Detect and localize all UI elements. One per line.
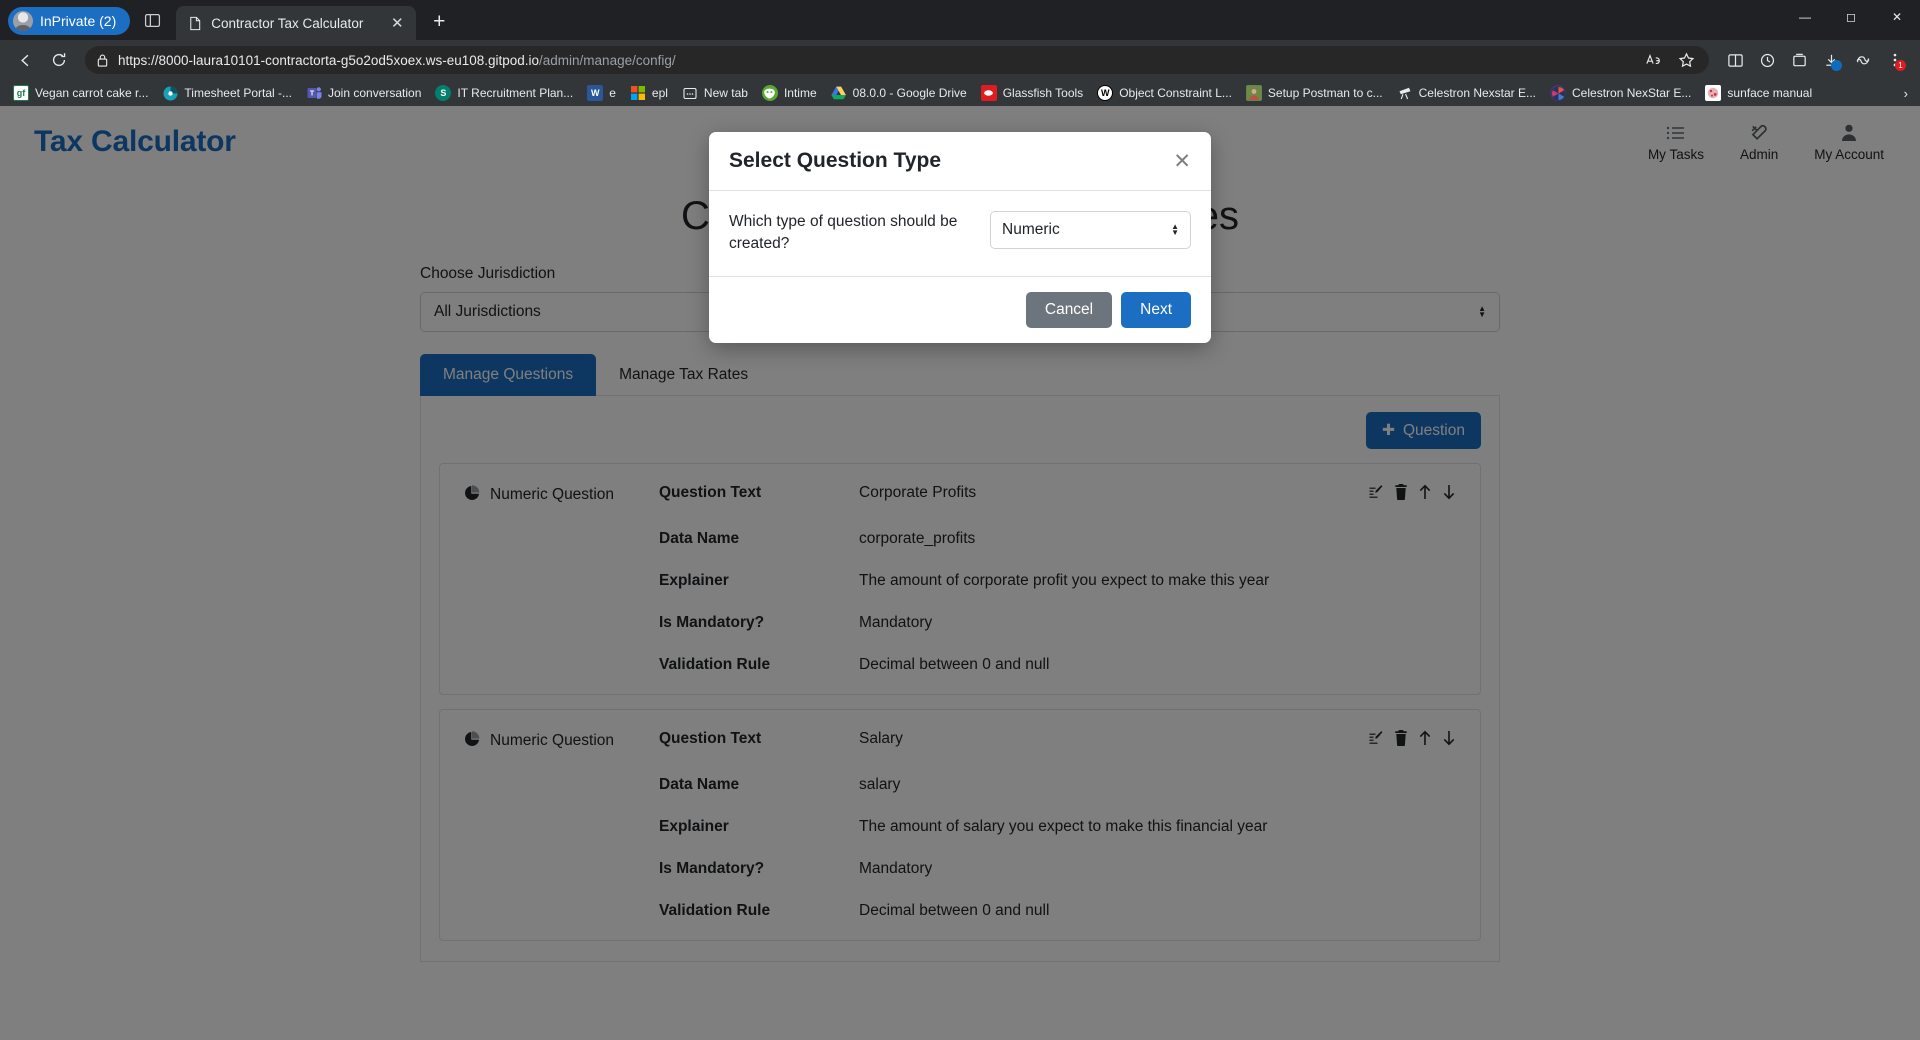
bookmark-label: IT Recruitment Plan... xyxy=(457,86,574,100)
page-icon xyxy=(190,16,201,30)
tab-strip: InPrivate (2) Contractor Tax Calculator … xyxy=(0,0,1920,40)
lock-icon xyxy=(97,54,108,67)
reload-icon[interactable] xyxy=(44,45,74,75)
tab-title: Contractor Tax Calculator xyxy=(211,15,364,31)
close-window-button[interactable]: ✕ xyxy=(1874,0,1920,34)
copilot-icon[interactable] xyxy=(1848,45,1878,75)
bookmark-item[interactable]: T Join conversation xyxy=(299,82,428,104)
window-controls: — ◻ ✕ xyxy=(1782,0,1920,40)
close-icon[interactable]: ✕ xyxy=(1173,151,1191,172)
collections-icon[interactable] xyxy=(1784,45,1814,75)
bookmark-label: Object Constraint L... xyxy=(1119,86,1232,100)
new-tab-icon xyxy=(681,85,698,101)
modal-footer: Cancel Next xyxy=(709,275,1211,343)
bookmark-label: e xyxy=(609,86,616,100)
bookmark-item[interactable]: New tab xyxy=(675,82,755,104)
minimize-button[interactable]: — xyxy=(1782,0,1828,34)
history-icon[interactable] xyxy=(1752,45,1782,75)
bookmark-item[interactable]: Setup Postman to c... xyxy=(1239,82,1390,104)
bookmark-item[interactable]: W Object Constraint L... xyxy=(1090,82,1239,104)
bookmark-item[interactable]: 08.0.0 - Google Drive xyxy=(824,82,974,104)
browser-window: InPrivate (2) Contractor Tax Calculator … xyxy=(0,0,1920,1040)
bookmark-item[interactable]: We xyxy=(580,82,623,104)
url-text: https://8000-laura10101-contractorta-g5o… xyxy=(118,53,1630,68)
bookmark-label: Celestron NexStar E... xyxy=(1572,86,1692,100)
downloads-badge xyxy=(1831,60,1842,71)
bookmark-label: Setup Postman to c... xyxy=(1267,86,1383,100)
profile-avatar-icon xyxy=(13,11,33,31)
bookmark-label: New tab xyxy=(703,86,748,100)
cancel-button[interactable]: Cancel xyxy=(1025,291,1113,328)
modal-question-text: Which type of question should be created… xyxy=(729,213,958,253)
teams-icon: T xyxy=(306,85,322,101)
url-path: /admin/manage/config/ xyxy=(539,52,676,68)
bookmark-item[interactable]: gf Vegan carrot cake r... xyxy=(6,82,155,104)
bookmark-item[interactable]: Timesheet Portal -... xyxy=(155,82,299,104)
bookmark-label: Celestron Nexstar E... xyxy=(1418,86,1537,100)
address-bar[interactable]: https://8000-laura10101-contractorta-g5o… xyxy=(85,46,1709,74)
bookmark-label: Join conversation xyxy=(328,86,422,100)
timesheet-portal-icon xyxy=(162,85,178,101)
photo-thumbnail-icon xyxy=(1245,85,1262,101)
select-question-type-modal: Select Question Type ✕ Which type of que… xyxy=(709,132,1211,343)
address-bar-actions xyxy=(1639,45,1701,75)
downloads-icon[interactable] xyxy=(1816,45,1846,75)
next-button[interactable]: Next xyxy=(1121,291,1191,328)
tab-actions-icon[interactable] xyxy=(134,3,170,37)
question-type-value: Numeric xyxy=(1002,221,1060,238)
bookmark-item[interactable]: Glassfish Tools xyxy=(974,82,1090,104)
telescope-icon xyxy=(1396,85,1413,101)
essentials-badge: 1 xyxy=(1895,60,1906,71)
tab-close-icon[interactable]: ✕ xyxy=(386,12,408,34)
inprivate-label: InPrivate (2) xyxy=(40,13,117,29)
chevron-updown-icon: ▲▼ xyxy=(1171,222,1179,237)
navigation-toolbar: https://8000-laura10101-contractorta-g5o… xyxy=(0,40,1920,80)
bookmark-item[interactable]: Celestron Nexstar E... xyxy=(1390,82,1543,104)
toolbar-actions: 1 xyxy=(1720,45,1910,75)
bookmark-label: Intime xyxy=(783,86,817,100)
microsoft-icon xyxy=(630,85,646,101)
page-viewport: Tax Calculator My Tasks xyxy=(0,106,1920,1040)
bookmark-label: epl xyxy=(651,86,668,100)
bookmark-item[interactable]: Celestron NexStar E... xyxy=(1543,82,1698,104)
question-type-select[interactable]: Numeric ▲ ▼ xyxy=(990,211,1191,249)
bookmark-item[interactable]: sunface manual xyxy=(1698,82,1819,104)
new-tab-button[interactable]: + xyxy=(424,7,454,37)
bookmark-item[interactable]: Intime xyxy=(755,82,824,104)
favorite-star-icon[interactable] xyxy=(1671,45,1701,75)
back-icon[interactable] xyxy=(10,45,40,75)
intime-icon xyxy=(761,85,778,101)
bookmarks-overflow-icon[interactable]: › xyxy=(1898,84,1914,103)
gf-icon: gf xyxy=(13,85,29,101)
word-icon: W xyxy=(587,85,604,101)
wikipedia-icon: W xyxy=(1097,85,1114,101)
read-aloud-icon[interactable] xyxy=(1639,45,1669,75)
svg-text:T: T xyxy=(309,91,314,98)
modal-title: Select Question Type xyxy=(729,149,941,172)
bookmark-item[interactable]: S IT Recruitment Plan... xyxy=(428,82,580,104)
bookmark-label: Vegan carrot cake r... xyxy=(35,86,149,100)
bookmark-label: Glassfish Tools xyxy=(1002,86,1084,100)
google-drive-icon xyxy=(831,85,847,101)
maximize-button[interactable]: ◻ xyxy=(1828,0,1874,34)
sharepoint-icon: S xyxy=(435,85,452,101)
sunface-icon xyxy=(1705,85,1722,101)
browser-tab[interactable]: Contractor Tax Calculator ✕ xyxy=(176,6,417,40)
bookmarks-bar: gf Vegan carrot cake r... Timesheet Portal… xyxy=(0,80,1920,106)
bookmark-label: Timesheet Portal -... xyxy=(184,86,292,100)
aperture-icon xyxy=(1550,85,1567,101)
bookmark-item[interactable]: epl xyxy=(623,82,675,104)
modal-header: Select Question Type ✕ xyxy=(709,132,1211,191)
modal-body: Which type of question should be created… xyxy=(709,191,1211,276)
inprivate-profile-pill[interactable]: InPrivate (2) xyxy=(8,7,131,35)
bookmark-label: 08.0.0 - Google Drive xyxy=(852,86,967,100)
bookmark-label: sunface manual xyxy=(1727,86,1813,100)
browser-essentials-icon[interactable]: 1 xyxy=(1880,45,1910,75)
split-screen-icon[interactable] xyxy=(1720,45,1750,75)
glassfish-icon xyxy=(980,85,997,101)
url-host: https://8000-laura10101-contractorta-g5o… xyxy=(118,52,540,68)
